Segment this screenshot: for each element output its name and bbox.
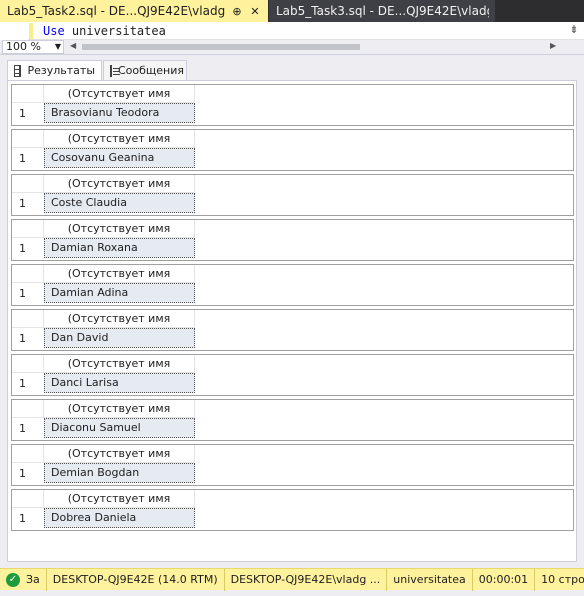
scroll-left-icon[interactable]: ◀ <box>70 41 76 50</box>
tab-lab5-task3[interactable]: Lab5_Task3.sql - DE...QJ9E42E\vladg (58)… <box>269 0 495 22</box>
column-header[interactable]: (Отсутствует имя столбца) <box>44 175 195 208</box>
column-header[interactable]: (Отсутствует имя столбца) <box>44 400 195 433</box>
query-editor[interactable]: Use universitatea ⇟ <box>0 22 584 40</box>
document-tab-strip: Lab5_Task2.sql - DE...QJ9E42E\vladg (57)… <box>0 0 584 22</box>
change-indicator <box>29 23 33 39</box>
status-database: universitatea <box>387 568 473 591</box>
result-grid: (Отсутствует имя столбца) 1 Demian Bogda… <box>11 444 574 486</box>
grid-corner[interactable] <box>12 355 44 373</box>
row-number[interactable]: 1 <box>12 283 44 305</box>
query-status: ✓ За <box>0 568 47 591</box>
result-cell[interactable]: Diaconu Samuel <box>44 418 195 438</box>
result-grid: (Отсутствует имя столбца) 1 Brasovianu T… <box>11 84 574 126</box>
tab-messages-label: Сообщения <box>118 64 185 77</box>
result-grid: (Отсутствует имя столбца) 1 Dan David <box>11 309 574 351</box>
row-number[interactable]: 1 <box>12 508 44 530</box>
row-number[interactable]: 1 <box>12 103 44 125</box>
result-grid: (Отсутствует имя столбца) 1 Dobrea Danie… <box>11 489 574 531</box>
scroll-right-icon[interactable]: ▶ <box>550 41 556 50</box>
grid-corner[interactable] <box>12 130 44 148</box>
split-icon[interactable]: ⇟ <box>568 23 580 39</box>
status-bar: ✓ За DESKTOP-QJ9E42E (14.0 RTM) DESKTOP-… <box>0 568 584 591</box>
column-header[interactable]: (Отсутствует имя столбца) <box>44 85 195 118</box>
column-header[interactable]: (Отсутствует имя столбца) <box>44 220 195 253</box>
result-cell[interactable]: Brasovianu Teodora <box>44 103 195 123</box>
result-grid: (Отсутствует имя столбца) 1 Coste Claudi… <box>11 174 574 216</box>
column-header[interactable]: (Отсутствует имя столбца) <box>44 265 195 298</box>
editor-margin <box>0 22 28 40</box>
row-number[interactable]: 1 <box>12 373 44 395</box>
status-server: DESKTOP-QJ9E42E (14.0 RTM) <box>47 568 225 591</box>
status-elapsed: 00:00:01 <box>473 568 536 591</box>
status-user: DESKTOP-QJ9E42E\vladg ... <box>225 568 388 591</box>
tab-results-label: Результаты <box>27 64 95 77</box>
messages-icon <box>110 64 120 77</box>
result-cell[interactable]: Damian Adina <box>44 283 195 303</box>
column-header[interactable]: (Отсутствует имя столбца) <box>44 445 195 478</box>
result-grid: (Отсутствует имя столбца) 1 Damian Roxan… <box>11 219 574 261</box>
column-header[interactable]: (Отсутствует имя столбца) <box>44 355 195 388</box>
tab-results[interactable]: Результаты <box>7 60 102 80</box>
row-number[interactable]: 1 <box>12 148 44 170</box>
zoom-scroll-bar: 100 % ▼ ◀ ▶ <box>0 40 584 55</box>
grid-corner[interactable] <box>12 175 44 193</box>
column-header[interactable]: (Отсутствует имя столбца) <box>44 130 195 163</box>
tab-label: Lab5_Task2.sql - DE...QJ9E42E\vladg (57)… <box>7 4 226 18</box>
tab-lab5-task2[interactable]: Lab5_Task2.sql - DE...QJ9E42E\vladg (57)… <box>0 0 268 22</box>
result-grid: (Отсутствует имя столбца) 1 Damian Adina <box>11 264 574 306</box>
horizontal-scroll-thumb[interactable] <box>82 44 360 50</box>
result-cell[interactable]: Demian Bogdan <box>44 463 195 483</box>
result-cell[interactable]: Danci Larisa <box>44 373 195 393</box>
zoom-dropdown[interactable]: 100 % ▼ <box>2 40 64 54</box>
row-number[interactable]: 1 <box>12 418 44 440</box>
row-number[interactable]: 1 <box>12 238 44 260</box>
result-cell[interactable]: Dobrea Daniela <box>44 508 195 528</box>
pin-icon[interactable]: ⊕ <box>230 5 244 18</box>
result-grid: (Отсутствует имя столбца) 1 Diaconu Samu… <box>11 399 574 441</box>
chevron-down-icon: ▼ <box>54 42 61 51</box>
status-state: За <box>26 573 40 586</box>
grid-corner[interactable] <box>12 310 44 328</box>
column-header[interactable]: (Отсутствует имя столбца) <box>44 310 195 343</box>
result-cell[interactable]: Dan David <box>44 328 195 348</box>
code-line[interactable]: Use universitatea <box>43 24 166 38</box>
tab-messages[interactable]: Сообщения <box>103 60 187 80</box>
tab-label: Lab5_Task3.sql - DE...QJ9E42E\vladg (58)… <box>276 4 489 18</box>
zoom-value: 100 % <box>6 40 41 53</box>
grid-icon <box>14 64 22 77</box>
result-grid: (Отсутствует имя столбца) 1 Danci Larisa <box>11 354 574 396</box>
column-header[interactable]: (Отсутствует имя столбца) <box>44 490 195 523</box>
grid-corner[interactable] <box>12 85 44 103</box>
result-cell[interactable]: Coste Claudia <box>44 193 195 213</box>
sql-keyword: Use <box>43 24 65 38</box>
result-grid: (Отсутствует имя столбца) 1 Cosovanu Gea… <box>11 129 574 171</box>
sql-identifier: universitatea <box>64 24 166 38</box>
grid-corner[interactable] <box>12 220 44 238</box>
close-icon[interactable]: ✕ <box>248 5 262 18</box>
row-number[interactable]: 1 <box>12 328 44 350</box>
grid-corner[interactable] <box>12 400 44 418</box>
result-tabs: Результаты Сообщения <box>0 56 584 80</box>
grid-corner[interactable] <box>12 490 44 508</box>
row-number[interactable]: 1 <box>12 463 44 485</box>
grid-corner[interactable] <box>12 445 44 463</box>
status-rows: 10 строк <box>541 573 584 586</box>
check-circle-icon: ✓ <box>6 572 20 587</box>
grid-corner[interactable] <box>12 265 44 283</box>
results-pane[interactable]: (Отсутствует имя столбца) 1 Brasovianu T… <box>7 80 577 562</box>
row-number[interactable]: 1 <box>12 193 44 215</box>
result-cell[interactable]: Damian Roxana <box>44 238 195 258</box>
result-cell[interactable]: Cosovanu Geanina <box>44 148 195 168</box>
